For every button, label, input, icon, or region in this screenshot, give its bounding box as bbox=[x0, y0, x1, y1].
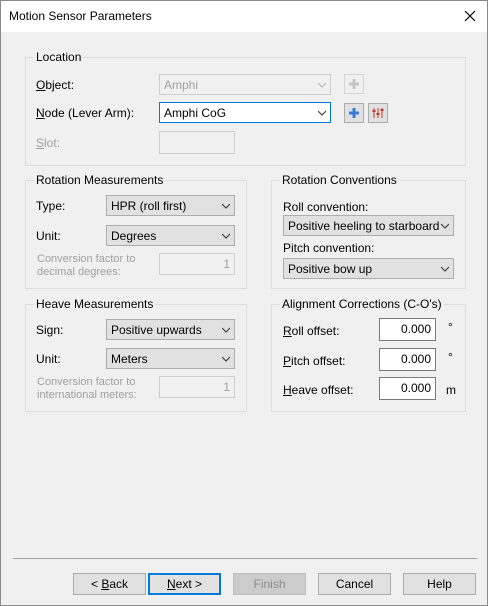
heave-conv-label: Conversion factor to international meter… bbox=[37, 376, 137, 401]
cancel-button[interactable]: Cancel bbox=[318, 573, 391, 595]
pitch-convention-select[interactable]: Positive bow up bbox=[283, 258, 454, 279]
heave-offset-value: 0.000 bbox=[400, 381, 431, 395]
dialog-body: Location Object: Amphi Node (Lever Arm):… bbox=[1, 32, 487, 605]
footer-separator bbox=[13, 558, 477, 559]
location-group-title: Location bbox=[34, 50, 84, 64]
heave-offset-unit: m bbox=[446, 383, 456, 397]
chevron-down-icon bbox=[318, 110, 326, 116]
back-button[interactable]: < Back bbox=[73, 573, 146, 595]
title-bar: Motion Sensor Parameters bbox=[1, 1, 487, 32]
roll-convention-select[interactable]: Positive heeling to starboard bbox=[283, 215, 454, 236]
slot-label: Slot: bbox=[36, 136, 61, 150]
window-title: Motion Sensor Parameters bbox=[9, 9, 152, 23]
heave-unit-value: Meters bbox=[111, 352, 148, 366]
rotation-unit-label: Unit: bbox=[36, 229, 61, 243]
roll-offset-value: 0.000 bbox=[400, 322, 431, 336]
object-select[interactable]: Amphi bbox=[159, 74, 331, 95]
chevron-down-icon bbox=[222, 356, 230, 362]
add-object-button[interactable] bbox=[344, 74, 364, 94]
node-select[interactable]: Amphi CoG bbox=[159, 102, 331, 123]
rotation-conv-field: 1 bbox=[159, 253, 235, 275]
chevron-down-icon bbox=[441, 266, 449, 272]
next-button[interactable]: Next > bbox=[148, 573, 221, 595]
pitch-offset-value: 0.000 bbox=[400, 352, 431, 366]
heave-sign-label: Sign: bbox=[36, 323, 64, 337]
next-button-label: Next > bbox=[166, 577, 203, 591]
add-node-button[interactable] bbox=[344, 103, 364, 123]
object-value: Amphi bbox=[164, 78, 199, 92]
pitch-offset-field[interactable]: 0.000 bbox=[379, 348, 436, 371]
pitch-convention-value: Positive bow up bbox=[288, 262, 373, 276]
rotation-conv-label: Conversion factor to decimal degrees: bbox=[37, 253, 136, 278]
cancel-button-label: Cancel bbox=[335, 577, 374, 591]
heave-unit-select[interactable]: Meters bbox=[106, 348, 235, 369]
finish-button-label: Finish bbox=[253, 577, 286, 591]
motion-sensor-dialog: Motion Sensor Parameters Location Object… bbox=[0, 0, 488, 606]
rotation-unit-select[interactable]: Degrees bbox=[106, 225, 235, 246]
roll-offset-field[interactable]: 0.000 bbox=[379, 318, 436, 341]
chevron-down-icon bbox=[441, 223, 449, 229]
rotation-type-label: Type: bbox=[36, 199, 66, 213]
alignment-title: Alignment Corrections (C-O's) bbox=[280, 297, 444, 311]
sliders-icon bbox=[372, 108, 384, 118]
rotation-measurements-title: Rotation Measurements bbox=[34, 173, 166, 187]
rotation-unit-value: Degrees bbox=[111, 229, 157, 243]
close-icon[interactable] bbox=[453, 1, 487, 31]
node-value: Amphi CoG bbox=[164, 106, 227, 120]
object-label: Object: bbox=[36, 78, 75, 92]
heave-sign-value: Positive upwards bbox=[111, 323, 202, 337]
slot-field bbox=[159, 131, 235, 154]
help-button[interactable]: Help bbox=[403, 573, 476, 595]
roll-offset-label: Roll offset: bbox=[283, 324, 340, 338]
chevron-down-icon bbox=[318, 82, 326, 88]
node-settings-button[interactable] bbox=[368, 103, 388, 123]
roll-offset-unit: ° bbox=[448, 320, 453, 334]
finish-button[interactable]: Finish bbox=[233, 573, 306, 595]
pitch-convention-label: Pitch convention: bbox=[283, 241, 375, 255]
heave-offset-label: Heave offset: bbox=[283, 383, 354, 397]
rotation-conventions-title: Rotation Conventions bbox=[280, 173, 399, 187]
pitch-offset-label: Pitch offset: bbox=[283, 354, 346, 368]
heave-measurements-title: Heave Measurements bbox=[34, 297, 156, 311]
help-button-label: Help bbox=[427, 577, 452, 591]
rotation-conv-value: 1 bbox=[223, 257, 230, 271]
chevron-down-icon bbox=[222, 233, 230, 239]
chevron-down-icon bbox=[222, 327, 230, 333]
node-label: Node (Lever Arm): bbox=[36, 106, 135, 120]
roll-convention-label: Roll convention: bbox=[283, 200, 369, 214]
plus-icon bbox=[349, 79, 359, 89]
rotation-type-select[interactable]: HPR (roll first) bbox=[106, 195, 235, 216]
pitch-offset-unit: ° bbox=[448, 350, 453, 364]
heave-conv-field: 1 bbox=[159, 376, 235, 398]
plus-icon bbox=[349, 108, 359, 118]
chevron-down-icon bbox=[222, 203, 230, 209]
heave-unit-label: Unit: bbox=[36, 352, 61, 366]
back-button-label: < Back bbox=[90, 577, 129, 591]
rotation-type-value: HPR (roll first) bbox=[111, 199, 187, 213]
roll-convention-value: Positive heeling to starboard bbox=[288, 219, 440, 233]
heave-sign-select[interactable]: Positive upwards bbox=[106, 319, 235, 340]
heave-conv-value: 1 bbox=[223, 380, 230, 394]
heave-offset-field[interactable]: 0.000 bbox=[379, 377, 436, 400]
